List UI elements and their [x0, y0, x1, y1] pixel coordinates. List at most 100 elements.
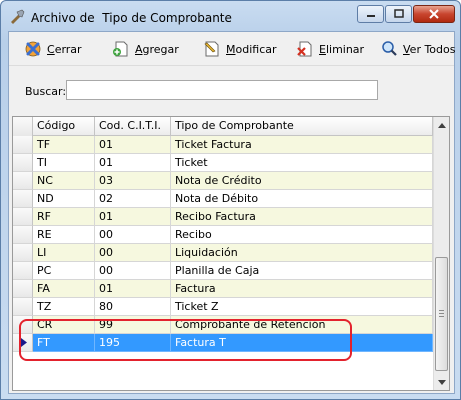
cell-codigo[interactable]: RE	[33, 226, 95, 244]
cell-citi[interactable]: 99	[95, 316, 171, 334]
cell-tipo[interactable]: Liquidación	[171, 244, 433, 262]
eliminar-button[interactable]: Eliminar	[295, 39, 364, 59]
app-icon	[11, 9, 25, 24]
cell-tipo[interactable]: Planilla de Caja	[171, 262, 433, 280]
cell-codigo[interactable]: TF	[33, 136, 95, 154]
row-indicator[interactable]	[13, 226, 33, 244]
current-row-arrow-icon	[21, 338, 27, 347]
cerrar-button[interactable]: Cerrar	[23, 39, 82, 59]
cell-codigo[interactable]: FT	[33, 334, 95, 352]
table-row[interactable]: FA 01 Factura	[13, 280, 434, 298]
cell-codigo[interactable]: NC	[33, 172, 95, 190]
toolbar: Cerrar Agregar Modificar Eliminar Ver To…	[9, 32, 455, 66]
cell-codigo[interactable]: PC	[33, 262, 95, 280]
app-window: Archivo de Tipo de Comprobante Cerrar Ag…	[0, 0, 461, 400]
table-row[interactable]: TI 01 Ticket	[13, 154, 434, 172]
cell-citi[interactable]: 00	[95, 226, 171, 244]
cell-codigo[interactable]: FA	[33, 280, 95, 298]
cell-tipo[interactable]: Recibo	[171, 226, 433, 244]
column-header-codigo[interactable]: Código	[33, 117, 95, 136]
maximize-button[interactable]	[385, 5, 412, 23]
column-header-citi[interactable]: Cod. C.I.T.I.	[95, 117, 171, 136]
column-header-tipo[interactable]: Tipo de Comprobante	[171, 117, 433, 136]
row-indicator[interactable]	[13, 136, 33, 154]
table-row[interactable]: TF 01 Ticket Factura	[13, 136, 434, 154]
cell-citi[interactable]: 01	[95, 208, 171, 226]
minimize-icon	[366, 15, 375, 17]
cell-tipo[interactable]: Ticket Factura	[171, 136, 433, 154]
cell-tipo[interactable]: Factura T	[171, 334, 433, 352]
scroll-thumb[interactable]	[435, 257, 448, 371]
agregar-accel: A	[135, 42, 143, 56]
row-indicator[interactable]	[13, 172, 33, 190]
cell-citi[interactable]: 195	[95, 334, 171, 352]
cell-citi[interactable]: 00	[95, 262, 171, 280]
cell-citi[interactable]: 01	[95, 280, 171, 298]
grid-header: Código Cod. C.I.T.I. Tipo de Comprobante	[13, 117, 434, 136]
cell-citi[interactable]: 00	[95, 244, 171, 262]
ver-todos-button[interactable]: Ver Todos	[381, 39, 455, 59]
table-row[interactable]: TZ 80 Ticket Z	[13, 298, 434, 316]
row-indicator[interactable]	[13, 298, 33, 316]
eliminar-label: liminar	[325, 42, 365, 56]
scroll-up-button[interactable]	[434, 117, 449, 133]
row-indicator[interactable]	[13, 154, 33, 172]
cerrar-accel: C	[47, 42, 55, 56]
table-row[interactable]: PC 00 Planilla de Caja	[13, 262, 434, 280]
vertical-scrollbar[interactable]	[433, 117, 449, 390]
delete-document-icon	[297, 41, 312, 57]
minimize-button[interactable]	[357, 5, 384, 23]
cell-codigo[interactable]: ND	[33, 190, 95, 208]
table-row[interactable]: RF 01 Recibo Factura	[13, 208, 434, 226]
add-document-icon	[113, 41, 128, 57]
cell-tipo[interactable]: Recibo Factura	[171, 208, 433, 226]
row-indicator[interactable]	[13, 280, 33, 298]
eliminar-accel: E	[319, 42, 326, 56]
close-window-button[interactable]	[413, 5, 455, 23]
cell-citi[interactable]: 03	[95, 172, 171, 190]
search-label: Buscar:	[25, 85, 67, 98]
table-row[interactable]: CR 99 Comprobante de Retención	[13, 316, 434, 334]
cell-citi[interactable]: 01	[95, 136, 171, 154]
table-row[interactable]: ND 02 Nota de Débito	[13, 190, 434, 208]
table-row[interactable]: NC 03 Nota de Crédito	[13, 172, 434, 190]
cell-tipo[interactable]: Ticket	[171, 154, 433, 172]
title-bar[interactable]: Archivo de Tipo de Comprobante	[1, 1, 460, 31]
row-indicator[interactable]	[13, 244, 33, 262]
cell-codigo[interactable]: TI	[33, 154, 95, 172]
row-header-corner	[13, 117, 33, 136]
cell-tipo[interactable]: Nota de Débito	[171, 190, 433, 208]
cell-tipo[interactable]: Comprobante de Retención	[171, 316, 433, 334]
cell-codigo[interactable]: TZ	[33, 298, 95, 316]
cell-citi[interactable]: 80	[95, 298, 171, 316]
cell-tipo[interactable]: Ticket Z	[171, 298, 433, 316]
edit-document-icon	[204, 41, 219, 57]
ver-todos-accel: V	[403, 42, 410, 56]
table-row[interactable]: FT 195 Factura T	[13, 334, 434, 352]
cell-codigo[interactable]: RF	[33, 208, 95, 226]
row-indicator[interactable]	[13, 208, 33, 226]
agregar-button[interactable]: Agregar	[111, 39, 179, 59]
arrow-up-icon	[438, 122, 446, 128]
cell-codigo[interactable]: CR	[33, 316, 95, 334]
arrow-down-icon	[438, 379, 446, 385]
cell-codigo[interactable]: LI	[33, 244, 95, 262]
cell-citi[interactable]: 02	[95, 190, 171, 208]
cell-tipo[interactable]: Factura	[171, 280, 433, 298]
row-indicator[interactable]	[13, 334, 33, 352]
comprobantes-grid: Código Cod. C.I.T.I. Tipo de Comprobante…	[12, 116, 450, 391]
search-input[interactable]	[66, 80, 378, 100]
cell-citi[interactable]: 01	[95, 154, 171, 172]
row-indicator[interactable]	[13, 262, 33, 280]
modificar-button[interactable]: Modificar	[202, 39, 277, 59]
close-icon	[429, 9, 439, 19]
cell-tipo[interactable]: Nota de Crédito	[171, 172, 433, 190]
row-indicator[interactable]	[13, 190, 33, 208]
scroll-down-button[interactable]	[434, 374, 449, 390]
table-row[interactable]: RE 00 Recibo	[13, 226, 434, 244]
modificar-accel: M	[226, 42, 236, 56]
table-row[interactable]: LI 00 Liquidación	[13, 244, 434, 262]
modificar-label: odificar	[235, 42, 277, 56]
row-indicator[interactable]	[13, 316, 33, 334]
cerrar-label: errar	[54, 42, 82, 56]
